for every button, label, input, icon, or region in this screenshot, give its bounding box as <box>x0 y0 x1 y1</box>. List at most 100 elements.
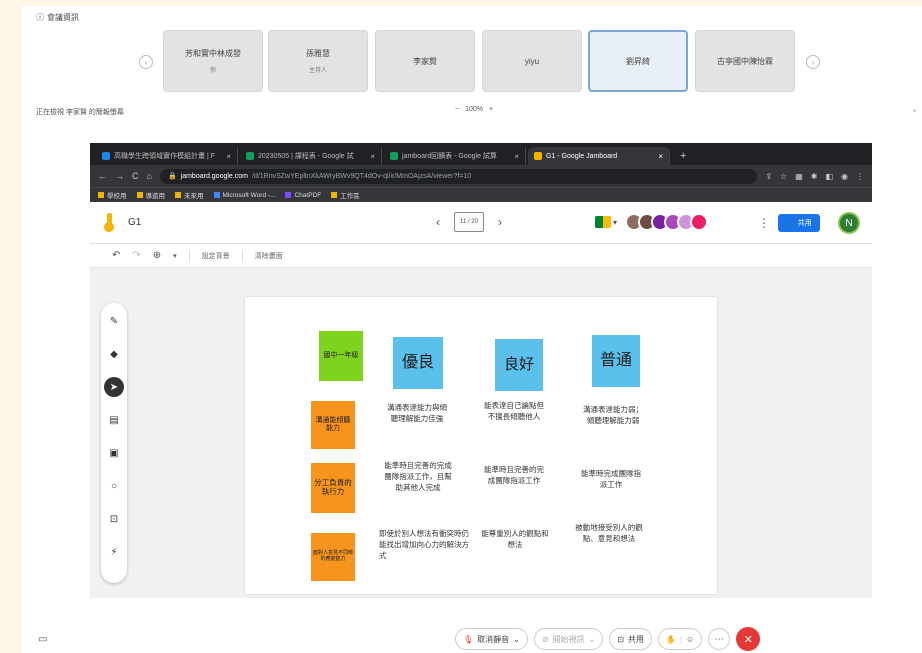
zoom-out-button[interactable]: − <box>455 106 459 113</box>
close-tab-icon[interactable]: × <box>370 152 375 161</box>
participant-tile[interactable]: 芳和實中林成發 你 <box>163 30 263 92</box>
meeting-info[interactable]: ⓘ 會議資訊 <box>36 12 79 23</box>
share-screen-button[interactable]: ⊡ 共用 <box>609 628 652 650</box>
new-tab-button[interactable]: + <box>672 147 694 165</box>
participant-tile[interactable]: 孫雅慧 主持人 <box>268 30 368 92</box>
chevron-down-icon[interactable]: ▾ <box>173 252 177 260</box>
reactions-button[interactable]: ✋ | ☺ <box>657 628 703 650</box>
redo-icon[interactable]: ↷ <box>132 250 140 261</box>
browser-tab[interactable]: jamboard回饋表 - Google 試算 × <box>384 147 526 165</box>
avatar[interactable] <box>690 213 709 231</box>
clear-frame-button[interactable]: 清除畫面 <box>255 251 283 261</box>
participant-role: 主持人 <box>308 68 327 74</box>
sticky-note[interactable]: 分工負責的執行力 <box>311 463 355 513</box>
sticky-note[interactable]: 普通 <box>592 335 640 387</box>
extensions-icon[interactable]: ▦ <box>795 172 803 181</box>
jamboard-logo-icon <box>104 212 114 232</box>
sticky-note[interactable]: 良好 <box>495 339 543 391</box>
participant-tile[interactable]: 李家賢 <box>375 30 475 92</box>
divider <box>241 249 243 262</box>
participant-name: 芳和實中林成發 <box>185 49 241 58</box>
profile-icon[interactable]: ◉ <box>841 172 848 181</box>
image-icon[interactable]: ▣ <box>104 443 124 463</box>
next-frame-icon[interactable]: › <box>498 215 502 229</box>
chevron-down-icon[interactable]: ▾ <box>613 218 617 227</box>
prev-frame-icon[interactable]: ‹ <box>436 215 440 229</box>
unmute-button[interactable]: 🎙 取消靜音 ⌄ <box>455 628 528 650</box>
tab-title: 高職學生跨領域實作模組計畫 | F <box>114 153 215 160</box>
bookmark-item[interactable]: 工作區 <box>331 190 360 200</box>
chatpdf-icon <box>285 192 292 198</box>
browser-tab-active[interactable]: G1 - Google Jamboard × <box>528 147 670 165</box>
handwriting-text[interactable]: 溝通表達能力與傾聽理解能力佳強 <box>385 403 449 425</box>
sticky-note-icon[interactable]: ▤ <box>104 410 124 430</box>
more-actions-button[interactable]: ⋯ <box>708 628 731 650</box>
handwriting-text[interactable]: 能準時且完善的完成團隊指派工作 <box>481 465 547 487</box>
more-options-icon[interactable]: ⋮ <box>758 216 770 230</box>
share-page-icon[interactable]: ⇪ <box>765 172 772 181</box>
sticky-note[interactable]: 面對人意見不同時的應變能力 <box>311 533 355 581</box>
jam-canvas[interactable]: 國中一年級 優良 良好 普通 溝通能傾聽能力 分工負責的執行力 面對人意見不同時… <box>245 297 717 594</box>
participant-tile[interactable]: 古亭國中陳怡霖 <box>695 30 795 92</box>
sticky-note[interactable]: 優良 <box>393 337 443 389</box>
laser-icon[interactable]: ⚡ <box>104 542 124 562</box>
zoom-icon[interactable]: ⊕ <box>153 250 161 261</box>
bookmark-star-icon[interactable]: ☆ <box>780 172 787 181</box>
participant-name: 劉昇綺 <box>626 56 650 66</box>
prev-participants-button[interactable]: ‹ <box>139 55 153 69</box>
emoji-icon: ☺ <box>686 634 695 644</box>
participant-role: 你 <box>209 68 216 74</box>
handwriting-text[interactable]: 能表達自己論點但不擅長傾聽他人 <box>483 401 545 423</box>
camera-button[interactable]: ⊘ 開始視訊 ⌄ <box>533 628 604 650</box>
frame-indicator[interactable]: 11 / 20 <box>454 212 484 232</box>
url-input[interactable]: 🔒 jamboard.google.com/d/1RnvSZwYEpltnXkA… <box>159 168 758 184</box>
jam-title[interactable]: G1 <box>128 217 141 228</box>
bookmark-item[interactable]: Microsoft Word -... <box>213 192 275 199</box>
close-icon: ✕ <box>743 633 753 646</box>
divider <box>188 249 190 262</box>
sticky-note[interactable]: 國中一年級 <box>319 331 363 381</box>
bookmark-item[interactable]: ChatPDF <box>285 192 321 199</box>
bookmark-item[interactable]: 導遊用 <box>136 190 165 200</box>
close-tab-icon[interactable]: × <box>514 152 519 161</box>
close-tab-icon[interactable]: × <box>226 152 231 161</box>
back-icon[interactable]: ← <box>98 171 107 181</box>
menu-icon[interactable]: ⋮ <box>856 172 864 181</box>
home-icon[interactable]: ⌂ <box>147 171 152 181</box>
share-button[interactable]: 👤 共用 <box>778 214 820 232</box>
chat-icon[interactable]: ▭ <box>38 634 47 645</box>
handwriting-text[interactable]: 能準時完成團隊指派工作 <box>581 469 641 491</box>
bookmark-item[interactable]: 學校用 <box>98 190 127 200</box>
text-box-icon[interactable]: ⊡ <box>104 509 124 529</box>
participant-tile[interactable]: yiyu <box>482 30 582 92</box>
puzzle-icon[interactable]: ✱ <box>811 172 818 181</box>
select-arrow-icon[interactable]: ➤ <box>104 377 124 397</box>
reload-icon[interactable]: C <box>132 171 139 181</box>
bookmark-item[interactable]: 未來用 <box>175 190 204 200</box>
chevron-left-icon: ‹ <box>144 57 148 67</box>
next-participants-button[interactable]: › <box>806 55 820 69</box>
sidebar-icon[interactable]: ◧ <box>825 172 833 181</box>
zoom-in-button[interactable]: + <box>489 106 493 113</box>
forward-icon[interactable]: → <box>115 171 124 181</box>
handwriting-text[interactable]: 即使於別人想法有衝突時仍能找出增加向心力的解決方式 <box>379 529 469 562</box>
browser-tab[interactable]: 高職學生跨領域實作模組計畫 | F × <box>96 147 238 165</box>
eraser-icon[interactable]: ◆ <box>104 344 124 364</box>
handwriting-text[interactable]: 溝通表達能力弱；傾聽理解能力弱 <box>581 405 645 427</box>
user-avatar[interactable]: N <box>838 212 860 234</box>
sticky-note[interactable]: 溝通能傾聽能力 <box>311 401 355 449</box>
pen-icon[interactable]: ✎ <box>104 311 124 331</box>
close-tab-icon[interactable]: × <box>658 152 663 161</box>
set-background-button[interactable]: 設定背景 <box>202 251 230 261</box>
shape-circle-icon[interactable]: ○ <box>104 476 124 496</box>
meeting-controls: 🎙 取消靜音 ⌄ ⊘ 開始視訊 ⌄ ⊡ 共用 ✋ | ☺ ⋯ ✕ <box>455 627 761 651</box>
undo-icon[interactable]: ↶ <box>112 250 120 261</box>
present-icon: ⊡ <box>617 634 624 644</box>
browser-tab[interactable]: 20230505 | 課程表 - Google 試 × <box>240 147 382 165</box>
handwriting-text[interactable]: 能準時且完善的完成團隊指派工作，且幫助其他人完成 <box>383 461 453 494</box>
participant-tile-active[interactable]: 劉昇綺 <box>588 30 688 92</box>
leave-call-button[interactable]: ✕ <box>736 627 761 651</box>
handwriting-text[interactable]: 被動地接受別人的觀點、意見和想法 <box>575 523 643 545</box>
meet-present-icon[interactable] <box>595 216 611 228</box>
handwriting-text[interactable]: 能尊重別人的觀點和想法 <box>481 529 549 551</box>
